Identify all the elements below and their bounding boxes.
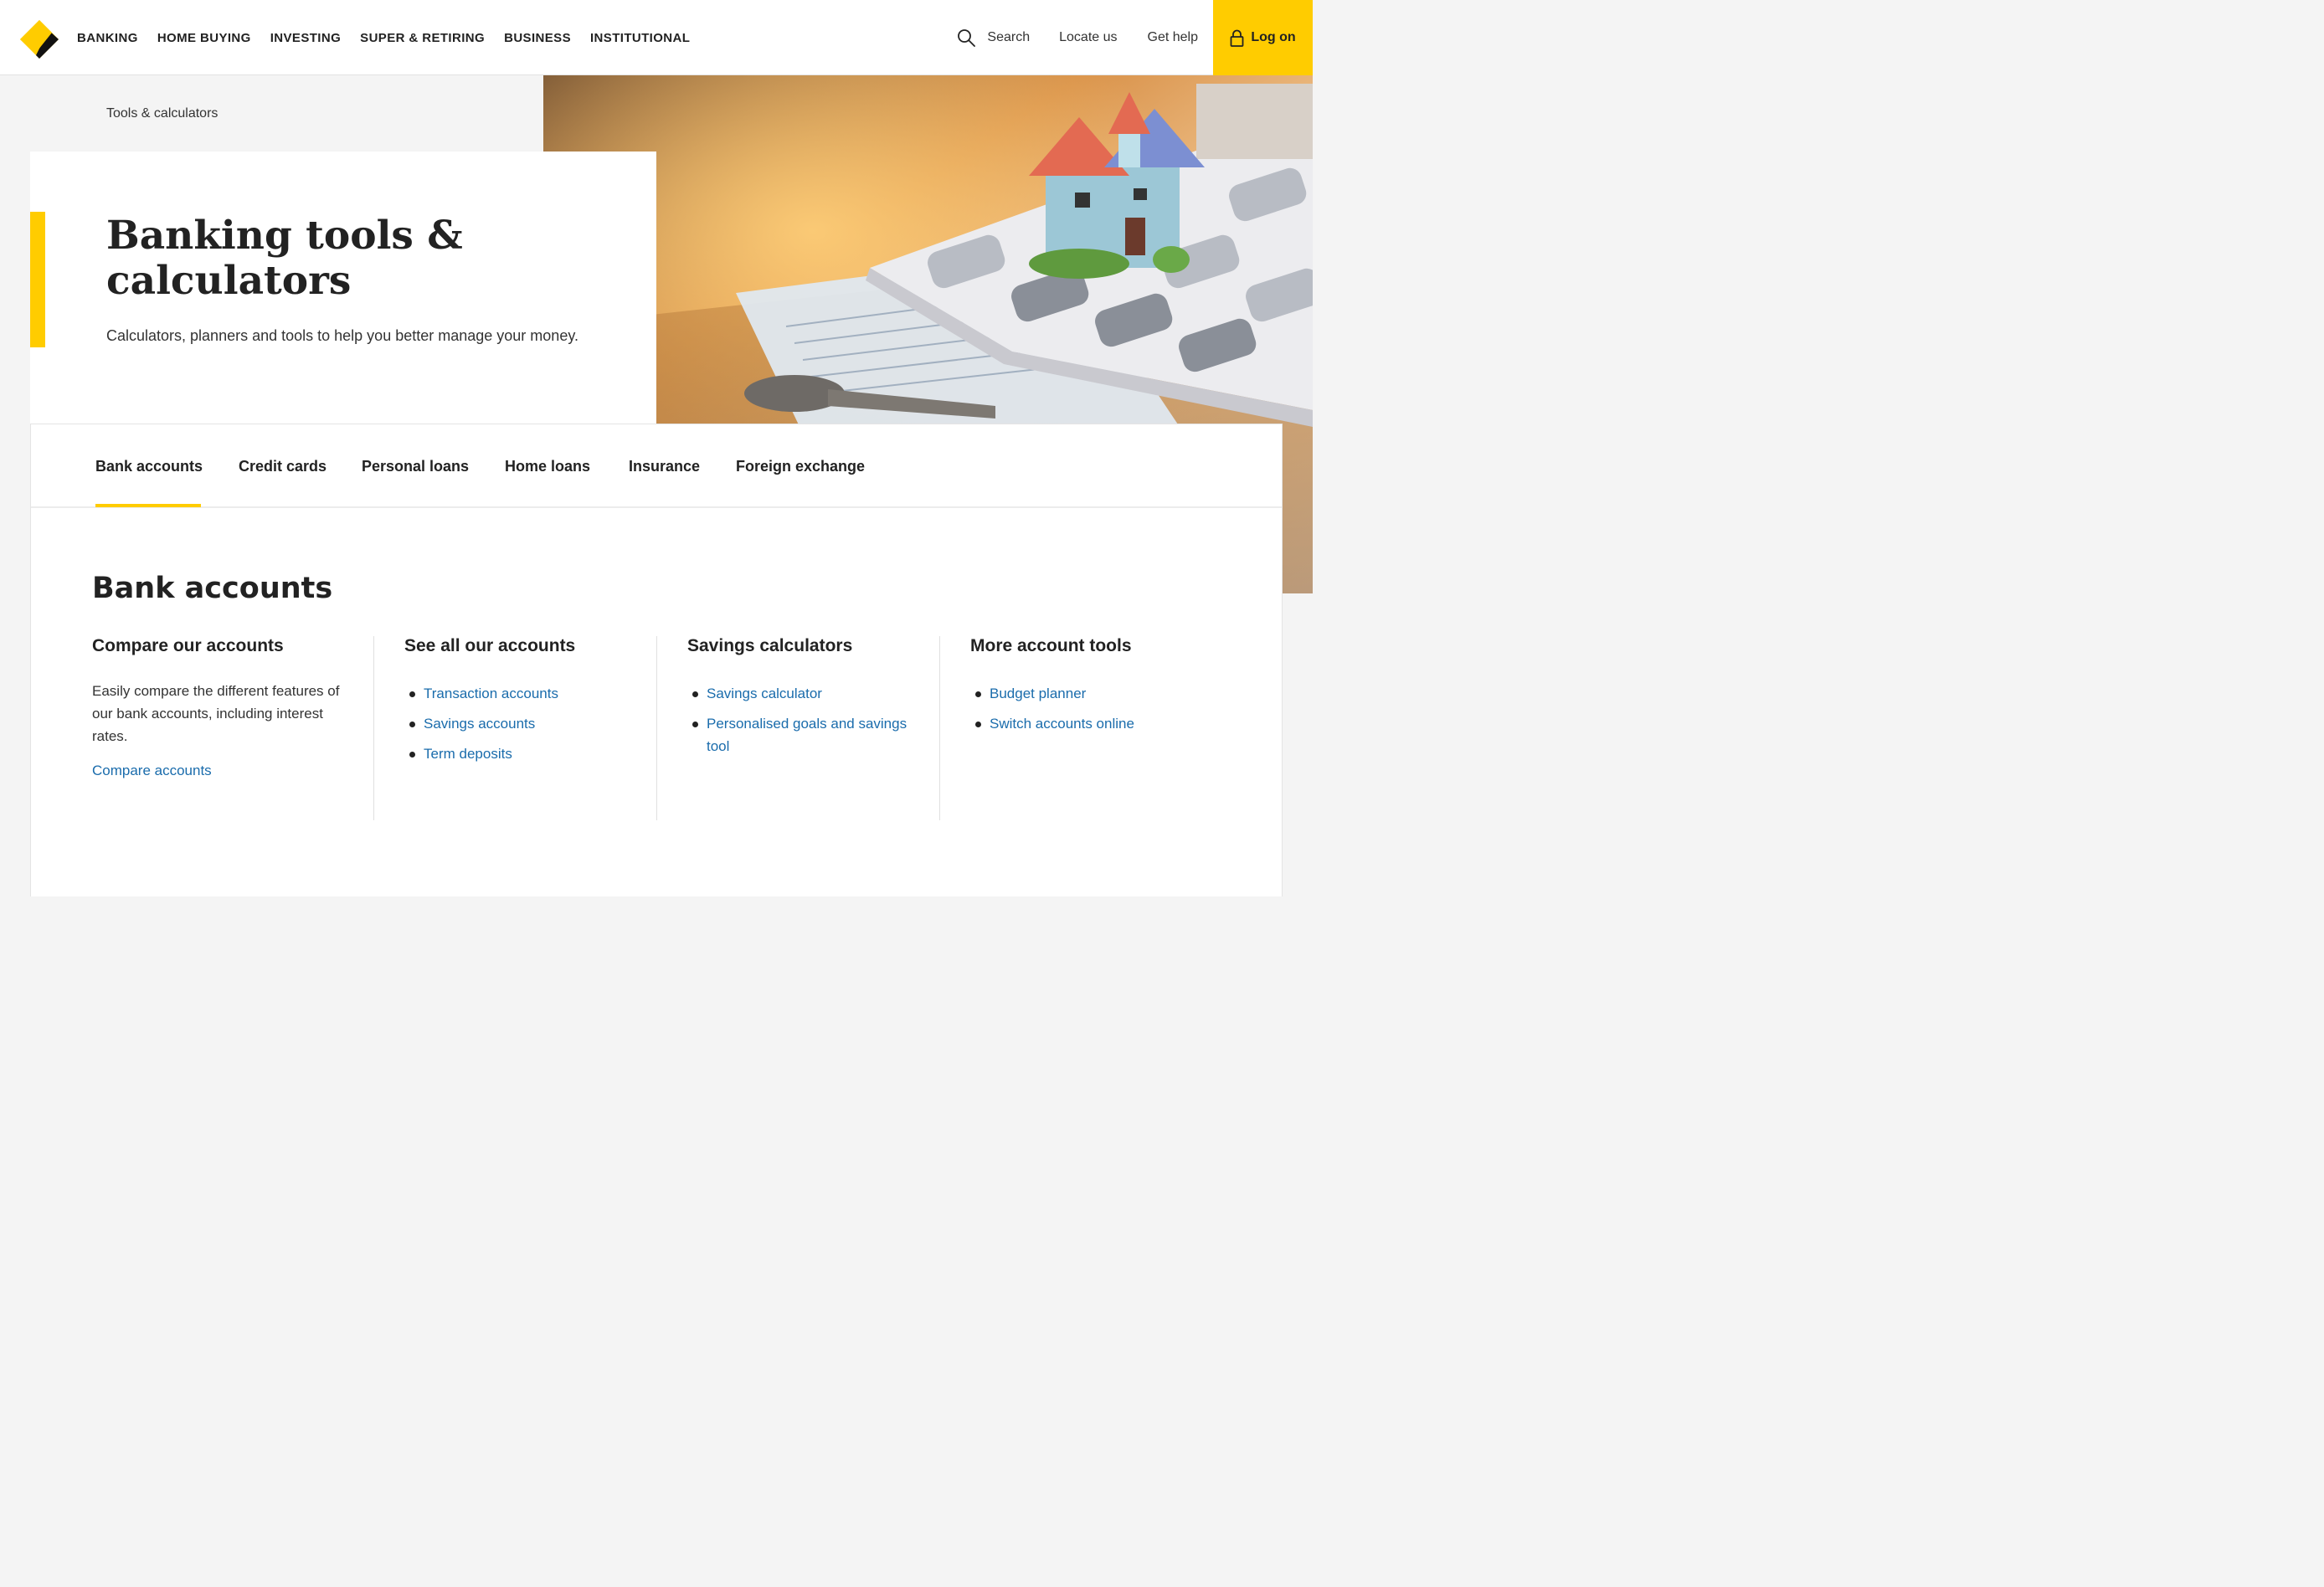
column-description: Easily compare the different features of… (92, 683, 340, 744)
goals-savings-tool-link[interactable]: Personalised goals and savings tool (707, 716, 907, 754)
nav-super-retiring[interactable]: SUPER & RETIRING (360, 31, 485, 45)
column-title: Compare our accounts (92, 636, 284, 655)
column-compare-accounts: Compare our accounts Easily compare the … (92, 636, 358, 779)
link-list: Transaction accounts Savings accounts Te… (404, 682, 575, 765)
hero-accent-bar (30, 212, 45, 347)
tab-bank-accounts[interactable]: Bank accounts (95, 458, 203, 475)
active-tab-indicator (95, 504, 201, 507)
transaction-accounts-link[interactable]: Transaction accounts (424, 686, 558, 701)
savings-calculator-link[interactable]: Savings calculator (707, 686, 822, 701)
column-see-all-accounts: See all our accounts Transaction account… (404, 636, 575, 773)
column-title: Savings calculators (687, 636, 853, 655)
nav-investing[interactable]: INVESTING (270, 31, 341, 45)
column-divider (656, 636, 657, 820)
link-list: Savings calculator Personalised goals an… (687, 682, 930, 758)
brand-logo[interactable] (18, 18, 60, 60)
nav-institutional[interactable]: INSTITUTIONAL (590, 31, 690, 45)
switch-accounts-link[interactable]: Switch accounts online (990, 716, 1134, 732)
lock-icon (1230, 29, 1244, 47)
page-title: Banking tools & calculators (106, 213, 463, 304)
tab-home-loans[interactable]: Home loans (505, 458, 590, 475)
locate-us-label: Locate us (1059, 30, 1118, 44)
tab-foreign-exchange[interactable]: Foreign exchange (736, 458, 865, 475)
main-nav: BANKING HOME BUYING INVESTING SUPER & RE… (77, 0, 709, 75)
get-help-link[interactable]: Get help (1148, 30, 1198, 45)
column-more-account-tools: More account tools Budget planner Switch… (970, 636, 1134, 742)
term-deposits-link[interactable]: Term deposits (424, 746, 512, 762)
budget-planner-link[interactable]: Budget planner (990, 686, 1086, 701)
column-title: More account tools (970, 636, 1132, 655)
tab-personal-loans[interactable]: Personal loans (362, 458, 469, 475)
search-button[interactable]: Search (957, 28, 1030, 47)
page-subtitle: Calculators, planners and tools to help … (106, 327, 578, 344)
search-icon (958, 29, 976, 47)
tools-panel: Bank accounts Credit cards Personal loan… (30, 424, 1283, 896)
category-tabs: Bank accounts Credit cards Personal loan… (31, 424, 1282, 508)
log-on-label: Log on (1251, 30, 1296, 44)
list-item: Savings calculator (687, 682, 930, 705)
column-divider (373, 636, 374, 820)
compare-accounts-link[interactable]: Compare accounts (92, 763, 358, 779)
list-item: Transaction accounts (404, 682, 575, 705)
breadcrumb[interactable]: Tools & calculators (106, 106, 218, 121)
nav-business[interactable]: BUSINESS (504, 31, 571, 45)
utility-nav: Search Locate us Get help Log on (957, 0, 1313, 75)
hero-card: Banking tools & calculators Calculators,… (30, 152, 656, 424)
tab-insurance[interactable]: Insurance (629, 458, 700, 475)
get-help-label: Get help (1147, 30, 1198, 44)
list-item: Switch accounts online (970, 712, 1134, 735)
section-title: Bank accounts (92, 572, 333, 605)
list-item: Personalised goals and savings tool (687, 712, 930, 758)
link-list: Budget planner Switch accounts online (970, 682, 1134, 735)
list-item: Budget planner (970, 682, 1134, 705)
site-header: BANKING HOME BUYING INVESTING SUPER & RE… (0, 0, 1313, 75)
search-label: Search (987, 30, 1031, 44)
nav-home-buying[interactable]: HOME BUYING (157, 31, 251, 45)
column-divider (939, 636, 940, 820)
nav-banking[interactable]: BANKING (77, 31, 138, 45)
list-item: Term deposits (404, 742, 575, 765)
list-item: Savings accounts (404, 712, 575, 735)
column-title: See all our accounts (404, 636, 576, 655)
locate-us-link[interactable]: Locate us (1059, 30, 1117, 45)
tab-credit-cards[interactable]: Credit cards (239, 458, 326, 475)
log-on-button[interactable]: Log on (1213, 0, 1313, 75)
savings-accounts-link[interactable]: Savings accounts (424, 716, 535, 732)
column-savings-calculators: Savings calculators Savings calculator P… (687, 636, 930, 765)
